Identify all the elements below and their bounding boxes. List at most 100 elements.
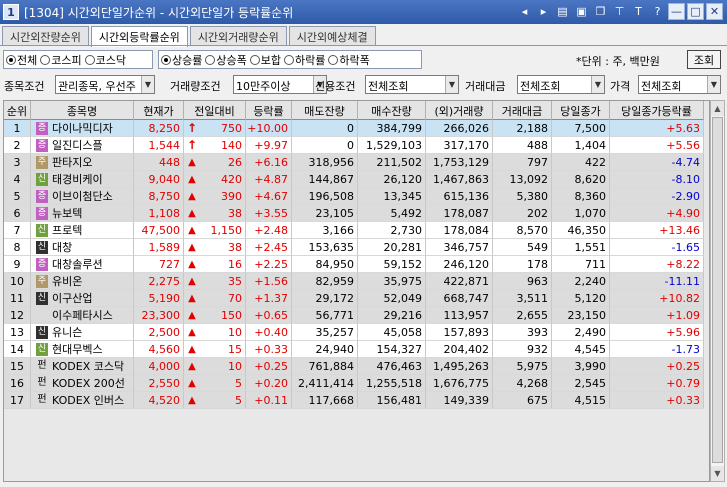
condition-value: 10만주이상 bbox=[236, 80, 291, 93]
close-rate-cell: -11.11 bbox=[610, 273, 704, 290]
column-header-1[interactable]: 종목명 bbox=[31, 101, 134, 120]
help-icon[interactable]: ? bbox=[649, 3, 666, 20]
copy-icon[interactable]: ❐ bbox=[592, 3, 609, 20]
close-price-cell: 422 bbox=[552, 154, 610, 171]
pin-icon[interactable]: ⊤ bbox=[611, 3, 628, 20]
market-badge: 증 bbox=[36, 206, 48, 220]
font-icon[interactable]: T bbox=[630, 3, 647, 20]
volume-cell: 113,957 bbox=[426, 307, 493, 324]
rate-cell: +4.87 bbox=[246, 171, 292, 188]
chevron-down-icon[interactable]: ▼ bbox=[141, 76, 154, 93]
column-header-0[interactable]: 순위 bbox=[4, 101, 31, 120]
column-header-9[interactable]: 당일종가 bbox=[552, 101, 610, 120]
rank-cell: 10 bbox=[4, 273, 31, 290]
lookup-button[interactable]: 조회 bbox=[687, 50, 721, 69]
market_filter-option-1[interactable]: 코스피 bbox=[40, 52, 82, 68]
column-header-2[interactable]: 현재가 bbox=[134, 101, 184, 120]
market-badge: 주 bbox=[36, 274, 48, 288]
table-row[interactable]: 9 증 대창솔루션 727 ▲ 16 +2.25 84,950 59,152 246,120 178… bbox=[4, 256, 704, 273]
table-row[interactable]: 14 신 현대무벡스 4,560 ▲ 15 +0.33 24,940 154,327 204,40… bbox=[4, 341, 704, 358]
name-cell: 신 유니슨 bbox=[31, 324, 134, 341]
up-triangle-icon: ▲ bbox=[188, 156, 196, 168]
rank_filter-option-2[interactable]: 보합 bbox=[249, 52, 281, 68]
table-row[interactable]: 3 주 판타지오 448 ▲ 26 +6.16 318,956 211,502 1,753,129… bbox=[4, 154, 704, 171]
table-row[interactable]: 17 펀 KODEX 인버스 4,520 ▲ 5 +0.11 117,668 156,481 14… bbox=[4, 392, 704, 409]
close-rate-cell: +4.90 bbox=[610, 205, 704, 222]
close-price-cell: 23,150 bbox=[552, 307, 610, 324]
table-row[interactable]: 8 신 대창 1,589 ▲ 38 +2.45 153,635 20,281 346,757 549… bbox=[4, 239, 704, 256]
buy-qty-cell: 52,049 bbox=[358, 290, 426, 307]
table-row[interactable]: 4 신 태경비케이 9,040 ▲ 420 +4.87 144,867 26,120 1,467,… bbox=[4, 171, 704, 188]
condition-select-0[interactable]: 관리종목, 우선주 ▼ bbox=[55, 75, 155, 94]
close-rate-cell: +13.46 bbox=[610, 222, 704, 239]
table-row[interactable]: 16 펀 KODEX 200선 2,550 ▲ 5 +0.20 2,411,414 1,255,… bbox=[4, 375, 704, 392]
tab-2[interactable]: 시간외거래량순위 bbox=[189, 26, 287, 46]
chevron-down-icon[interactable]: ▼ bbox=[445, 76, 458, 93]
condition-select-3[interactable]: 전체조회 ▼ bbox=[517, 75, 605, 94]
rank_filter-option-4[interactable]: 하락폭 bbox=[328, 52, 370, 68]
column-header-3[interactable]: 전일대비 bbox=[184, 101, 246, 120]
column-header-7[interactable]: (외)거래량 bbox=[426, 101, 493, 120]
table-row[interactable]: 6 증 뉴보텍 1,108 ▲ 38 +3.55 23,105 5,492 178,087 202 1… bbox=[4, 205, 704, 222]
rank-cell: 1 bbox=[4, 120, 31, 137]
condition-select-2[interactable]: 전체조회 ▼ bbox=[365, 75, 459, 94]
minimize-icon[interactable]: — bbox=[668, 3, 685, 20]
column-header-4[interactable]: 등락률 bbox=[246, 101, 292, 120]
prev-icon[interactable]: ◂ bbox=[516, 3, 533, 20]
sell-qty-cell: 153,635 bbox=[292, 239, 358, 256]
chevron-down-icon[interactable]: ▼ bbox=[591, 76, 604, 93]
column-header-10[interactable]: 당일종가등락률 bbox=[610, 101, 704, 120]
rank_filter-option-3[interactable]: 하락률 bbox=[284, 52, 325, 68]
scroll-thumb[interactable] bbox=[712, 117, 723, 463]
sell-qty-cell: 24,940 bbox=[292, 341, 358, 358]
close-price-cell: 1,404 bbox=[552, 137, 610, 154]
table-row[interactable]: 13 신 유니슨 2,500 ▲ 10 +0.40 35,257 45,058 157,893 39… bbox=[4, 324, 704, 341]
maximize-icon[interactable]: □ bbox=[687, 3, 704, 20]
name-cell: 주 유비온 bbox=[31, 273, 134, 290]
market_filter-option-0[interactable]: 전체 bbox=[6, 52, 37, 68]
window-title: [1304] 시간외단일가순위 - 시간외단일가 등락률순위 bbox=[24, 5, 294, 20]
change-value: 70 bbox=[228, 291, 242, 305]
close-icon[interactable]: ✕ bbox=[706, 3, 723, 20]
next-icon[interactable]: ▸ bbox=[535, 3, 552, 20]
column-header-5[interactable]: 매도잔량 bbox=[292, 101, 358, 120]
tab-0[interactable]: 시간외잔량순위 bbox=[2, 26, 89, 46]
close-price-cell: 4,515 bbox=[552, 392, 610, 409]
tab-3[interactable]: 시간외예상체결 bbox=[288, 26, 376, 46]
tab-1[interactable]: 시간외등락률순위 bbox=[90, 26, 188, 47]
change-cell: ▲ 16 bbox=[184, 256, 246, 273]
table-row[interactable]: 10 주 유비온 2,275 ▲ 35 +1.56 82,959 35,975 422,871 96… bbox=[4, 273, 704, 290]
column-header-6[interactable]: 매수잔량 bbox=[358, 101, 426, 120]
close-rate-cell: +10.82 bbox=[610, 290, 704, 307]
radio-dot-icon bbox=[328, 54, 339, 65]
condition-value: 관리종목, 우선주 bbox=[58, 80, 136, 93]
condition-select-4[interactable]: 전체조회 ▼ bbox=[638, 75, 721, 94]
rank_filter-option-1[interactable]: 상승폭 bbox=[205, 52, 247, 68]
table-row[interactable]: 11 신 이구산업 5,190 ▲ 70 +1.37 29,172 52,049 668,747 3… bbox=[4, 290, 704, 307]
link-icon[interactable]: ▣ bbox=[573, 3, 590, 20]
change-cell: ▲ 150 bbox=[184, 307, 246, 324]
table-row[interactable]: 15 펀 KODEX 코스닥 4,000 ▲ 10 +0.25 761,884 476,463 1… bbox=[4, 358, 704, 375]
price-cell: 448 bbox=[134, 154, 184, 171]
condition-select-1[interactable]: 10만주이상 ▼ bbox=[233, 75, 327, 94]
name-cell: 신 이구산업 bbox=[31, 290, 134, 307]
memo-icon[interactable]: ▤ bbox=[554, 3, 571, 20]
rank_filter-option-0[interactable]: 상승률 bbox=[161, 52, 202, 68]
table-row[interactable]: 1 증 다이나믹디자 8,250 ↑ 750 +10.00 0 384,799 266,026 2,… bbox=[4, 120, 704, 137]
amount-cell: 549 bbox=[493, 239, 552, 256]
up-triangle-icon: ▲ bbox=[188, 258, 196, 270]
close-price-cell: 711 bbox=[552, 256, 610, 273]
scroll-down-icon[interactable]: ▼ bbox=[711, 466, 724, 481]
scroll-up-icon[interactable]: ▲ bbox=[711, 101, 724, 116]
stock-name: KODEX 코스닥 bbox=[52, 360, 125, 373]
market_filter-option-2[interactable]: 코스닥 bbox=[84, 52, 126, 68]
table-row[interactable]: 12 이수페타시스 23,300 ▲ 150 +0.65 56,771 29,216 113,9… bbox=[4, 307, 704, 324]
column-header-8[interactable]: 거래대금 bbox=[493, 101, 552, 120]
amount-cell: 178 bbox=[493, 256, 552, 273]
table-row[interactable]: 5 증 이브이첨단소 8,750 ▲ 390 +4.67 196,508 13,345 615,1… bbox=[4, 188, 704, 205]
condition-value: 전체조회 bbox=[368, 80, 409, 93]
vertical-scrollbar[interactable]: ▲ ▼ bbox=[710, 100, 725, 482]
table-row[interactable]: 2 증 일진디스플 1,544 ↑ 140 +9.97 0 1,529,103 317,170 48… bbox=[4, 137, 704, 154]
chevron-down-icon[interactable]: ▼ bbox=[707, 76, 720, 93]
table-row[interactable]: 7 신 프로텍 47,500 ▲ 1,150 +2.48 3,166 2,730 178,084 8… bbox=[4, 222, 704, 239]
